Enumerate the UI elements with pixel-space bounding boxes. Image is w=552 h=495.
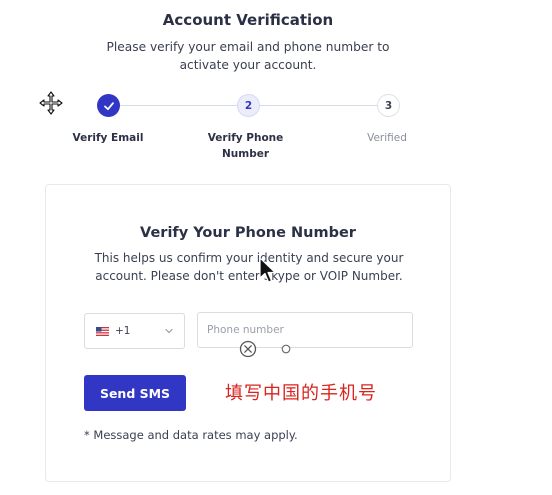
clear-circle-icon[interactable]: [239, 340, 257, 358]
step-3-label: Verified: [367, 132, 407, 144]
step-1-label: Verify Email: [72, 132, 144, 144]
us-flag-icon: [96, 326, 109, 336]
annotation-note: 填写中国的手机号: [225, 383, 377, 404]
step-1-complete-indicator: [97, 94, 120, 117]
step-2-indicator: 2: [237, 94, 260, 117]
card-title: Verify Your Phone Number: [140, 225, 356, 241]
dial-code: +1: [115, 325, 131, 337]
move-cursor-icon: [39, 91, 63, 115]
small-circle-icon: [281, 344, 291, 354]
page-title: Account Verification: [162, 11, 334, 29]
checkmark-icon: [103, 101, 114, 110]
mouse-pointer-icon: [259, 257, 276, 283]
send-sms-button[interactable]: Send SMS: [84, 375, 186, 411]
phone-number-input[interactable]: [197, 312, 413, 348]
country-code-select[interactable]: +1: [84, 313, 185, 349]
page-subtitle: Please verify your email and phone numbe…: [106, 40, 390, 72]
step-3-indicator: 3: [377, 94, 400, 117]
verify-phone-card: Verify Your Phone Number This helps us c…: [45, 184, 451, 482]
chevron-down-icon: [165, 328, 173, 334]
stepper-connector: [260, 105, 377, 106]
step-2-label: Verify Phone Number: [207, 132, 284, 160]
card-description: This helps us confirm your identity and …: [94, 251, 404, 283]
rates-disclaimer: * Message and data rates may apply.: [84, 428, 298, 442]
stepper-connector: [120, 105, 237, 106]
